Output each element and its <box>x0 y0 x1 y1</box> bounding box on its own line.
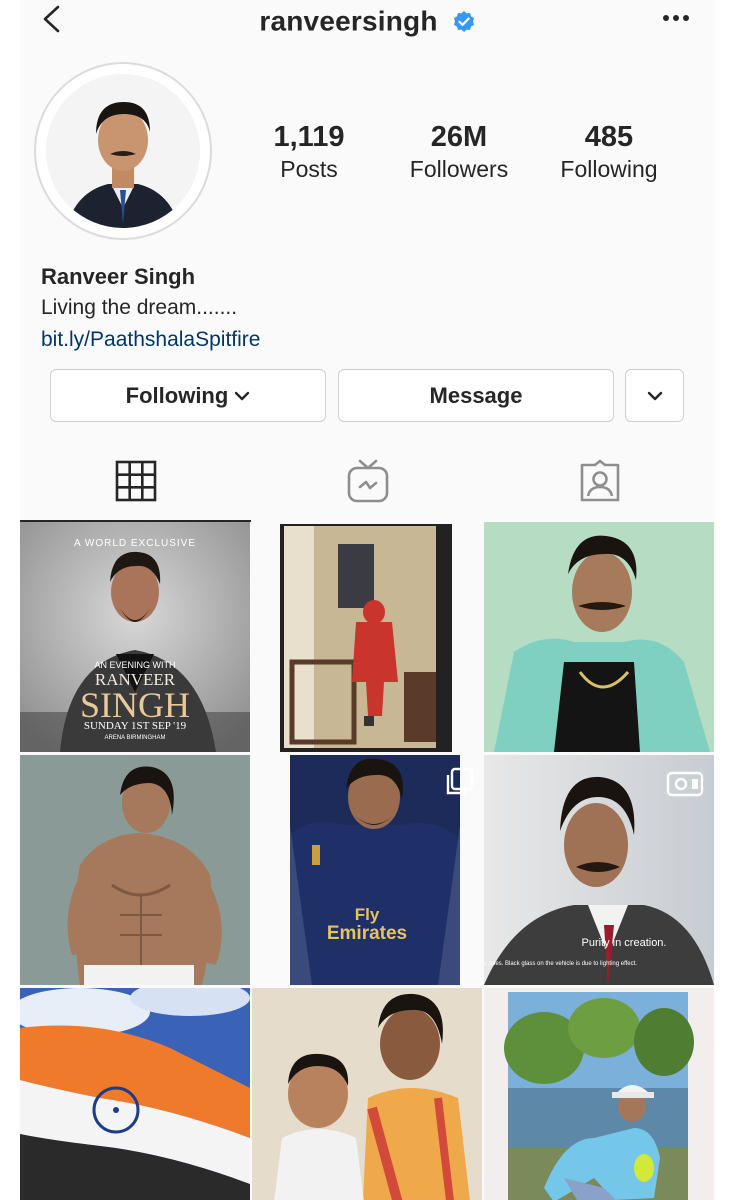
message-button-label: Message <box>429 382 523 408</box>
followers-count: 26M <box>430 121 488 153</box>
post-thumbnail[interactable]: Fly Emirates <box>252 755 482 985</box>
profile-tabs <box>20 440 715 522</box>
post-image <box>484 988 714 1200</box>
video-icon <box>666 771 704 797</box>
post-thumbnail[interactable] <box>252 522 482 752</box>
stat-posts[interactable]: 1,119 Posts <box>234 120 384 184</box>
igtv-icon <box>347 459 388 503</box>
post-overlay-venue: ARENA BIRMINGHAM <box>104 735 166 741</box>
more-horizontal-icon[interactable] <box>661 10 691 26</box>
post-image <box>484 522 714 752</box>
post-image <box>20 988 250 1200</box>
grid-icon <box>115 460 156 502</box>
post-thumbnail[interactable] <box>252 988 482 1200</box>
followers-label: Followers <box>409 156 509 182</box>
jersey-text-fly: Fly <box>354 905 380 924</box>
post-overlay-title: A WORLD EXCLUSIVE <box>73 538 197 549</box>
stat-following[interactable]: 485 Following <box>534 120 684 184</box>
suggested-accounts-button[interactable] <box>625 369 684 422</box>
username-title: ranveersingh <box>20 4 715 38</box>
profile-avatar-ring[interactable] <box>34 62 212 240</box>
post-thumbnail[interactable]: A WORLD EXCLUSIVE AN EVENING WITH RANVEE… <box>20 522 250 752</box>
avatar[interactable] <box>46 74 200 228</box>
tab-grid[interactable] <box>20 440 251 522</box>
following-button-label: Following <box>125 382 229 408</box>
chevron-down-icon <box>235 391 250 400</box>
bio-link[interactable]: bit.ly/PaathshalaSpitfire <box>41 328 260 352</box>
post-image <box>252 988 482 1200</box>
post-caption: Purity in creation. <box>581 937 667 949</box>
display-name: Ranveer Singh <box>41 264 196 289</box>
message-button[interactable]: Message <box>338 369 614 422</box>
top-bar: ranveersingh <box>20 0 715 40</box>
post-thumbnail[interactable] <box>20 988 250 1200</box>
post-image <box>20 755 250 985</box>
posts-count: 1,119 <box>273 121 345 153</box>
post-thumbnail[interactable]: Purity in creation. c rules. Black glass… <box>484 755 714 985</box>
jersey-text-emirates: Emirates <box>326 923 408 944</box>
stat-followers[interactable]: 26M Followers <box>384 120 534 184</box>
tagged-icon <box>580 459 619 502</box>
profile-screen: ranveersingh 1,119 Posts 26M Followers 4… <box>20 0 715 1200</box>
post-overlay-date: SUNDAY 1ST SEP '19 <box>83 720 187 732</box>
following-label: Following <box>560 156 658 182</box>
following-count: 485 <box>584 121 634 153</box>
tab-tagged[interactable] <box>484 440 715 522</box>
post-thumbnail[interactable] <box>20 755 250 985</box>
post-overlay-sub: AN EVENING WITH <box>94 660 176 670</box>
chevron-down-icon <box>647 391 662 400</box>
posts-label: Posts <box>280 156 338 182</box>
verified-badge-icon <box>453 10 474 32</box>
post-thumbnail[interactable] <box>484 988 714 1200</box>
post-thumbnail[interactable] <box>484 522 714 752</box>
tab-igtv[interactable] <box>252 440 483 522</box>
post-small-text: c rules. Black glass on the vehicle is d… <box>484 961 637 967</box>
avatar-photo <box>46 74 200 228</box>
following-button[interactable]: Following <box>50 369 326 422</box>
post-image <box>252 522 482 752</box>
username-text: ranveersingh <box>259 5 438 37</box>
bio-text: Living the dream....... <box>41 296 238 319</box>
carousel-icon <box>446 767 474 795</box>
